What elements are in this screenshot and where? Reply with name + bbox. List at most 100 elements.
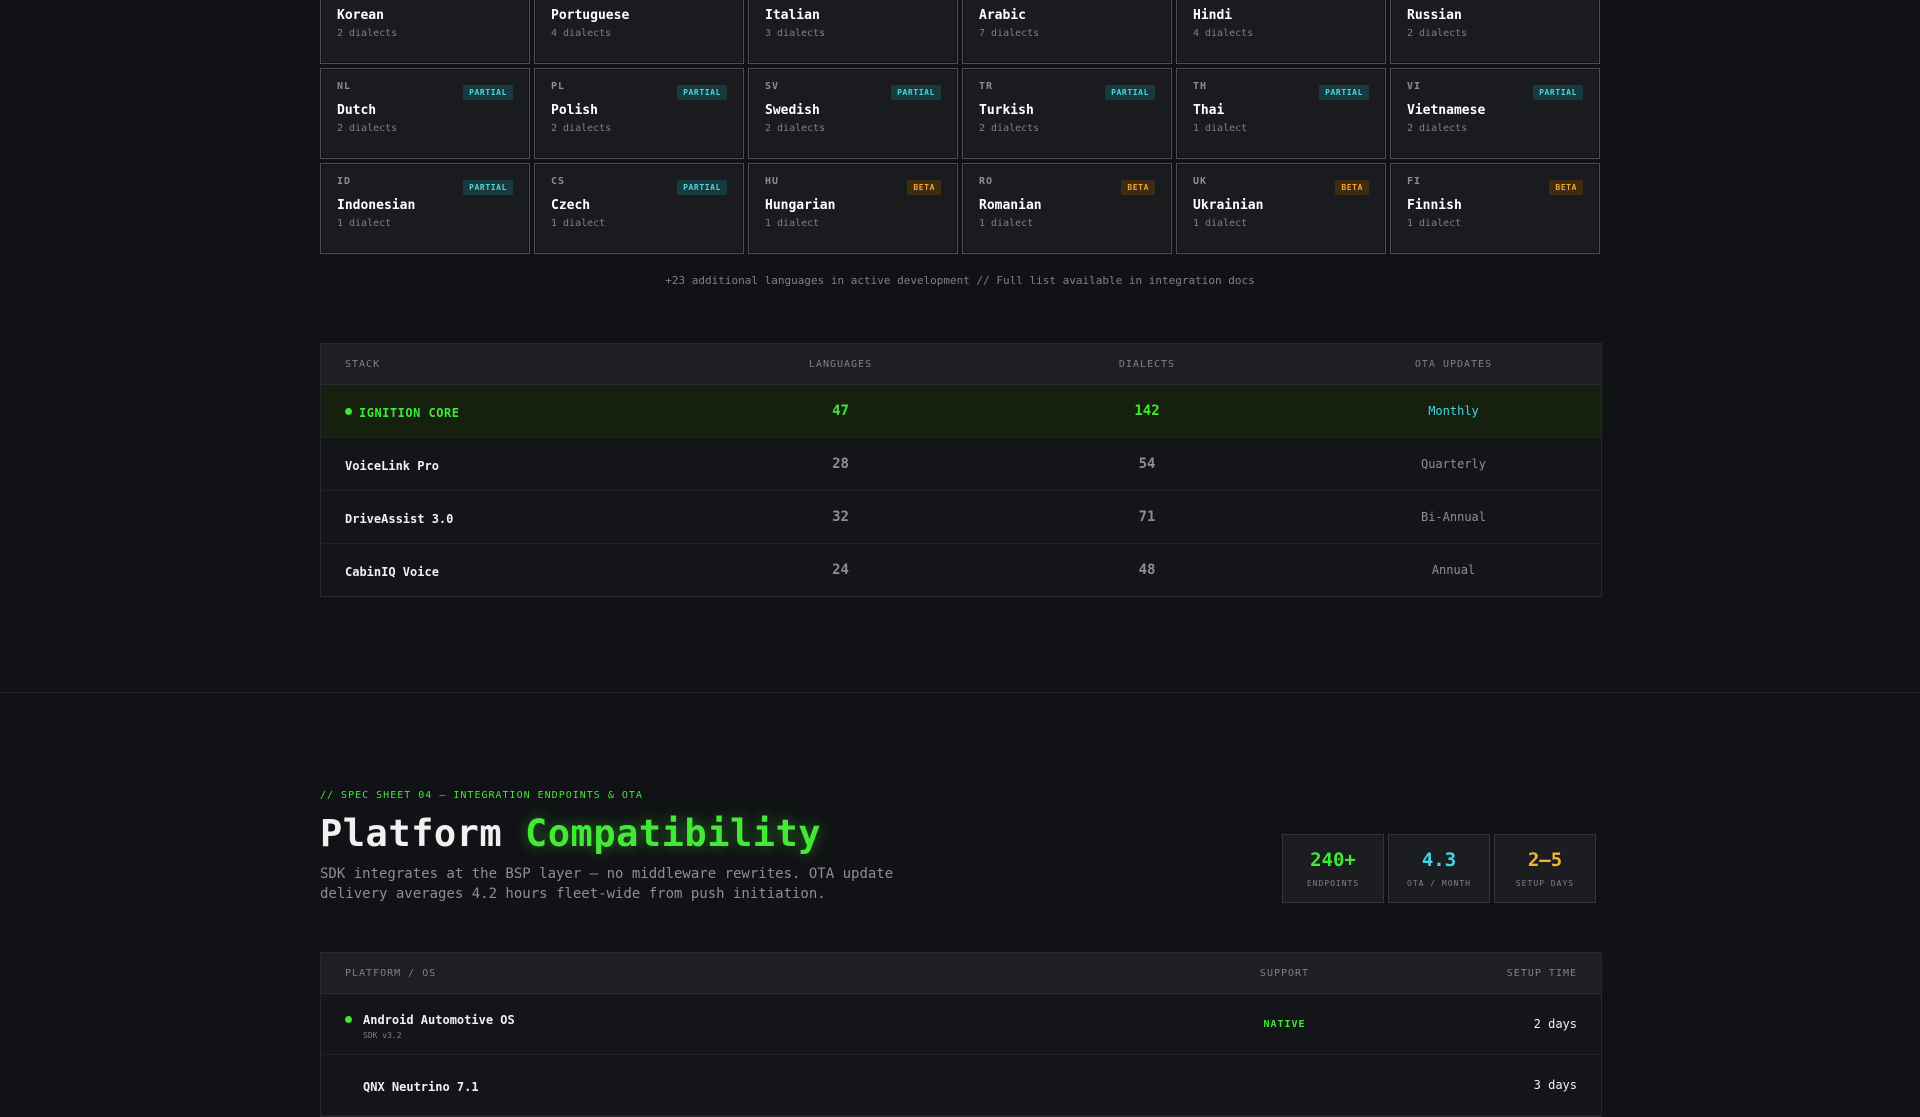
title-accent: Compatibility — [525, 812, 822, 855]
language-card: TH Thai 1 dialect PARTIAL — [1176, 68, 1386, 159]
language-name: Russian — [1407, 8, 1462, 23]
table-row: Android Automotive OS SDK v3.2 NATIVE 2 … — [321, 994, 1601, 1055]
languages-cell: 32 — [832, 509, 849, 525]
status-badge: BETA — [907, 180, 941, 195]
stack-cell: VoiceLink Pro — [321, 455, 753, 474]
language-name: Indonesian — [337, 198, 416, 213]
language-name: Polish — [551, 103, 598, 118]
languages-cell: 47 — [832, 403, 849, 419]
native-dot-icon — [345, 1015, 352, 1023]
status-badge: PARTIAL — [677, 85, 727, 100]
stack-name: VoiceLink Pro — [345, 458, 439, 473]
stack-comparison-table: STACK LANGUAGES DIALECTS OTA UPDATES IGN… — [320, 343, 1602, 597]
table-header: STACK LANGUAGES DIALECTS OTA UPDATES — [321, 344, 1601, 385]
table-row: IGNITION CORE 47 142 Monthly — [321, 385, 1601, 438]
status-dot-icon — [345, 1083, 352, 1090]
language-grid: Korean 2 dialects Portuguese 4 dialects Ital… — [320, 0, 1600, 254]
table-header: PLATFORM / OS SUPPORT SETUP TIME — [321, 953, 1601, 994]
status-badge: PARTIAL — [463, 180, 513, 195]
platform-name: QNX Neutrino 7.1 — [363, 1079, 479, 1094]
stat-ota-per-month: 4.3 OTA / MONTH — [1388, 834, 1490, 903]
language-card: PL Polish 2 dialects PARTIAL — [534, 68, 744, 159]
language-name: Hindi — [1193, 8, 1233, 23]
language-card: Portuguese 4 dialects — [534, 0, 744, 64]
dialects-cell: 142 — [1134, 403, 1160, 419]
language-card: RO Romanian 1 dialect BETA — [962, 163, 1172, 254]
active-dot-icon — [345, 407, 352, 415]
table-row: CabinIQ Voice 24 48 Annual — [321, 544, 1601, 596]
language-card: FI Finnish 1 dialect BETA — [1390, 163, 1600, 254]
language-name: Czech — [551, 198, 591, 213]
dialect-count: 2 dialects — [337, 28, 398, 39]
status-badge: BETA — [1549, 180, 1583, 195]
status-badge: BETA — [1335, 180, 1369, 195]
stack-cell: CabinIQ Voice — [321, 561, 753, 580]
dialect-count: 1 dialect — [1193, 218, 1248, 229]
header-stack: STACK — [345, 358, 381, 370]
title-plain: Platform — [320, 812, 503, 855]
ota-cell: Annual — [1431, 563, 1476, 577]
platform-cell: Android Automotive OS SDK v3.2 — [321, 1009, 1221, 1040]
dialect-count: 2 dialects — [765, 123, 826, 134]
status-badge: PARTIAL — [891, 85, 941, 100]
language-name: Thai — [1193, 103, 1225, 118]
language-card: Russian 2 dialects — [1390, 0, 1600, 64]
languages-cell: 28 — [832, 456, 849, 472]
dialect-count: 2 dialects — [551, 123, 612, 134]
stack-cell: DriveAssist 3.0 — [321, 508, 753, 527]
stat-value: 4.3 — [1421, 849, 1457, 871]
dialect-count: 1 dialect — [765, 218, 820, 229]
language-name: Turkish — [979, 103, 1034, 118]
language-name: Swedish — [765, 103, 820, 118]
header-support: SUPPORT — [1259, 967, 1310, 979]
ota-cell: Quarterly — [1420, 457, 1487, 471]
dialect-count: 3 dialects — [765, 28, 826, 39]
dialect-count: 2 dialects — [337, 123, 398, 134]
language-name: Arabic — [979, 8, 1026, 23]
language-card: Italian 3 dialects — [748, 0, 958, 64]
language-name: Korean — [337, 8, 384, 23]
platform-table: PLATFORM / OS SUPPORT SETUP TIME Android… — [320, 952, 1602, 1117]
stat-value: 240+ — [1310, 849, 1356, 871]
languages-note: +23 additional languages in active devel… — [665, 274, 1255, 287]
table-row: VoiceLink Pro 28 54 Quarterly — [321, 438, 1601, 491]
table-row: DriveAssist 3.0 32 71 Bi-Annual — [321, 491, 1601, 544]
dialect-count: 2 dialects — [979, 123, 1040, 134]
stack-name: CabinIQ Voice — [345, 564, 439, 579]
support-cell: NATIVE — [1263, 1018, 1306, 1030]
language-card: UK Ukrainian 1 dialect BETA — [1176, 163, 1386, 254]
language-card: ID Indonesian 1 dialect PARTIAL — [320, 163, 530, 254]
table-row: QNX Neutrino 7.1 3 days — [321, 1055, 1601, 1116]
header-ota: OTA UPDATES — [1414, 358, 1493, 370]
section-divider — [0, 692, 1920, 693]
section-description: SDK integrates at the BSP layer — no mid… — [320, 866, 894, 902]
dialect-count: 4 dialects — [1193, 28, 1254, 39]
status-badge: PARTIAL — [677, 180, 727, 195]
platform-version: SDK v3.2 — [363, 1030, 402, 1040]
dialect-count: 2 dialects — [1407, 123, 1468, 134]
language-card: Korean 2 dialects — [320, 0, 530, 64]
status-badge: PARTIAL — [1105, 85, 1155, 100]
status-badge: BETA — [1121, 180, 1155, 195]
dialect-count: 1 dialect — [337, 218, 392, 229]
stat-label: ENDPOINTS — [1306, 879, 1360, 888]
language-card: VI Vietnamese 2 dialects PARTIAL — [1390, 68, 1600, 159]
language-card: CS Czech 1 dialect PARTIAL — [534, 163, 744, 254]
language-name: Portuguese — [551, 8, 630, 23]
status-badge: PARTIAL — [463, 85, 513, 100]
language-name: Finnish — [1407, 198, 1462, 213]
stat-label: OTA / MONTH — [1407, 879, 1471, 888]
language-card: Arabic 7 dialects — [962, 0, 1172, 64]
language-name: Italian — [765, 8, 820, 23]
stack-name: IGNITION CORE — [359, 405, 460, 420]
stat-setup-days: 2–5 SETUP DAYS — [1494, 834, 1596, 903]
platform-cell: QNX Neutrino 7.1 — [321, 1076, 1221, 1095]
setup-cell: 3 days — [1533, 1078, 1577, 1092]
language-card: SV Swedish 2 dialects PARTIAL — [748, 68, 958, 159]
stat-label: SETUP DAYS — [1515, 879, 1575, 888]
table-body: IGNITION CORE 47 142 Monthly VoiceLink P… — [321, 385, 1601, 596]
section-kicker: // SPEC SHEET 04 — INTEGRATION ENDPOINTS… — [320, 790, 643, 801]
dialects-cell: 48 — [1138, 562, 1156, 578]
language-card: TR Turkish 2 dialects PARTIAL — [962, 68, 1172, 159]
dialect-count: 1 dialect — [1193, 123, 1248, 134]
